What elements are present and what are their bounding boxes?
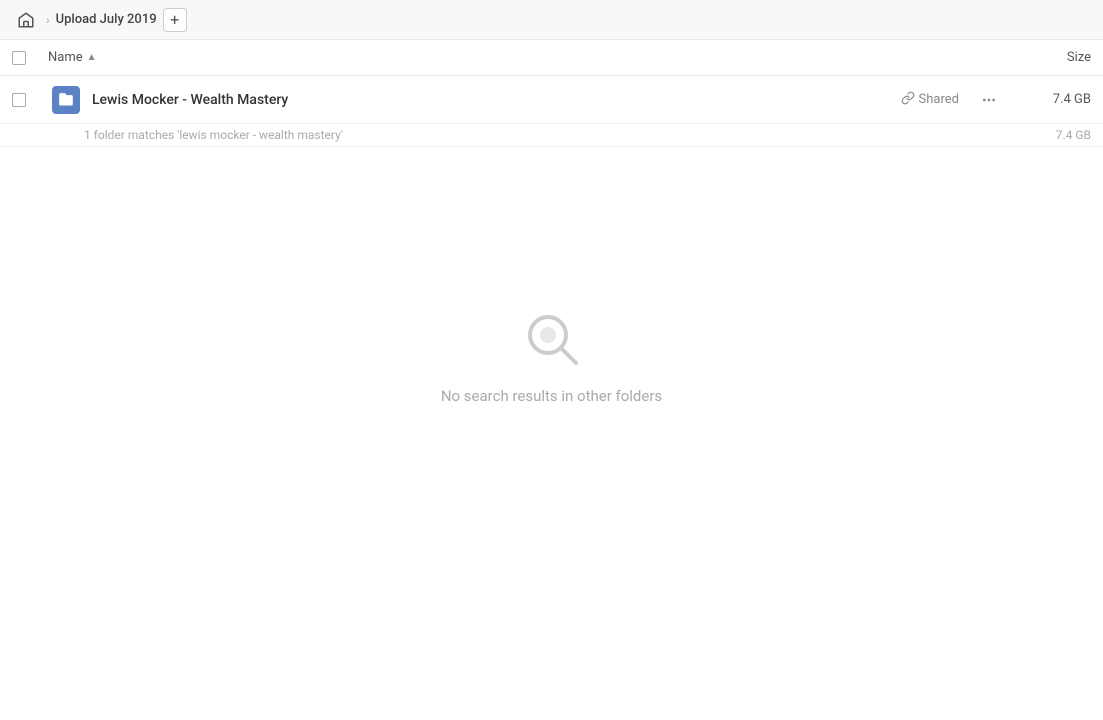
- empty-state: No search results in other folders: [0, 147, 1103, 405]
- match-count-size: 7.4 GB: [1011, 128, 1091, 142]
- match-count-text: 1 folder matches 'lewis mocker - wealth …: [84, 128, 1011, 142]
- row-checkbox[interactable]: [12, 93, 26, 107]
- link-icon: [901, 91, 915, 109]
- home-button[interactable]: [12, 6, 40, 34]
- match-count-row: 1 folder matches 'lewis mocker - wealth …: [0, 124, 1103, 147]
- sort-arrow-icon: ▲: [87, 52, 97, 63]
- select-all-checkbox[interactable]: [12, 51, 26, 65]
- table-row[interactable]: Lewis Mocker - Wealth Mastery Shared 7.4…: [0, 76, 1103, 124]
- size-column-header: Size: [1011, 50, 1091, 65]
- shared-label: Shared: [919, 92, 959, 107]
- file-name: Lewis Mocker - Wealth Mastery: [92, 92, 901, 108]
- shared-badge: Shared: [901, 91, 959, 109]
- no-results-icon: [520, 307, 584, 371]
- breadcrumb-title: Upload July 2019: [56, 12, 157, 27]
- more-options-button[interactable]: [975, 86, 1003, 114]
- folder-icon: [52, 86, 80, 114]
- breadcrumb-separator: ›: [46, 13, 50, 27]
- name-column-header[interactable]: Name ▲: [48, 50, 1011, 65]
- column-headers: Name ▲ Size: [0, 40, 1103, 76]
- breadcrumb-bar: › Upload July 2019 +: [0, 0, 1103, 40]
- add-button[interactable]: +: [163, 8, 187, 32]
- file-size: 7.4 GB: [1011, 92, 1091, 107]
- empty-state-message: No search results in other folders: [441, 387, 662, 405]
